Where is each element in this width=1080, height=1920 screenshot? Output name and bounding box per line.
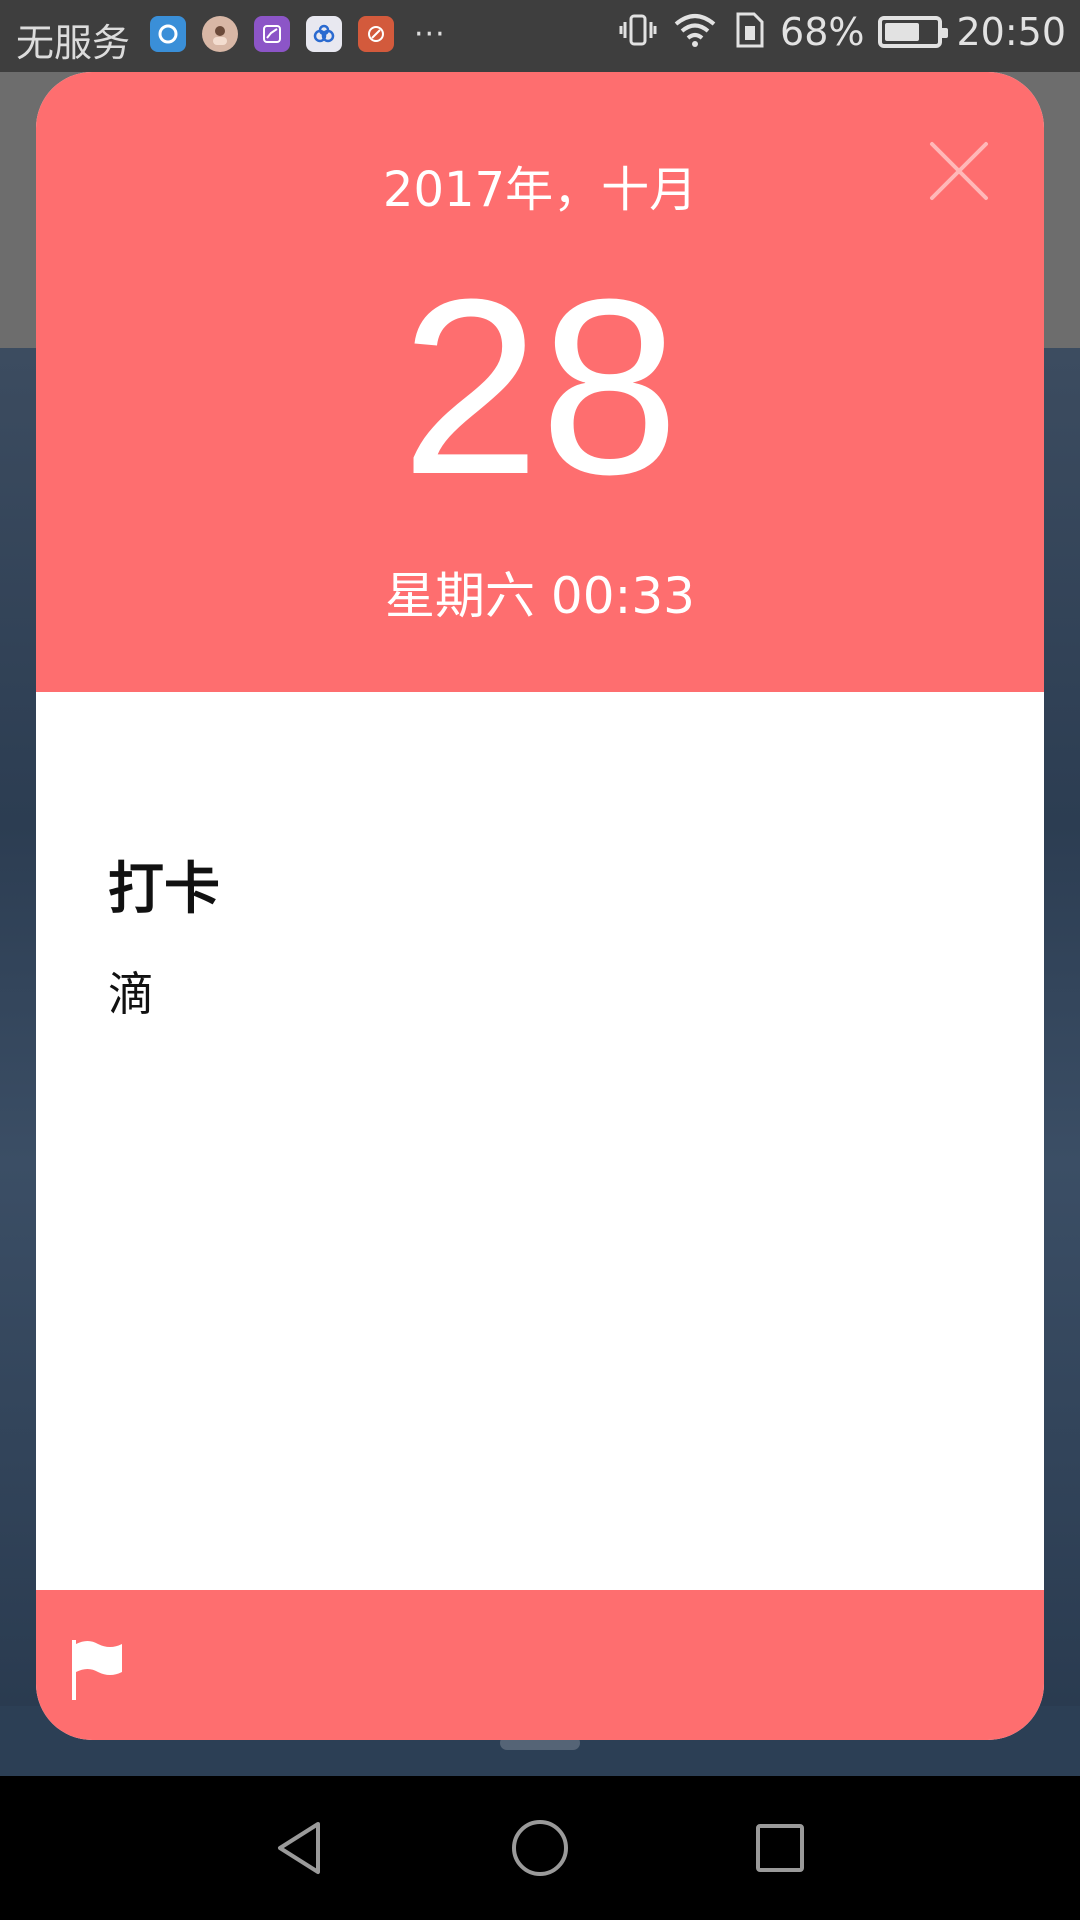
battery-level-fill (885, 23, 920, 41)
flag-icon (72, 1640, 122, 1700)
gallery-app-icon (254, 16, 290, 52)
battery-icon (878, 16, 949, 48)
avatar-app-icon (202, 16, 238, 52)
home-button[interactable] (510, 1818, 570, 1878)
back-button[interactable] (270, 1818, 330, 1878)
recent-apps-button[interactable] (750, 1818, 810, 1878)
close-icon (930, 142, 988, 200)
status-indicators: 68% 20:50 (618, 10, 1066, 54)
vibrate-icon (618, 10, 658, 54)
home-icon (512, 1820, 568, 1876)
navigation-bar (0, 1776, 1080, 1920)
event-note: 滴 (108, 967, 154, 1021)
wifi-icon (672, 10, 718, 54)
event-title: 打卡 (108, 857, 220, 922)
cloud-app-icon (306, 16, 342, 52)
recent-apps-icon (756, 1824, 804, 1872)
close-button[interactable] (924, 136, 994, 206)
calendar-event-dialog: 2017年，十月 28 星期六 00:33 打卡 滴 (36, 72, 1044, 1740)
browser-app-icon (150, 16, 186, 52)
dialog-footer (36, 1590, 1044, 1740)
notification-icons: ··· (150, 16, 446, 52)
battery-percent: 68% (780, 10, 865, 54)
tool-app-icon (358, 16, 394, 52)
battery-tip (942, 28, 949, 38)
flag-button[interactable] (70, 1638, 126, 1702)
status-bar: 无服务 ··· 68% 20:50 (0, 0, 1080, 72)
event-content: 打卡 滴 (36, 692, 1044, 1592)
sim-icon (732, 10, 766, 54)
date-header: 2017年，十月 28 星期六 00:33 (36, 72, 1044, 692)
year-month-label: 2017年，十月 (382, 162, 698, 218)
day-number: 28 (400, 247, 680, 526)
weekday-time-label: 星期六 00:33 (385, 567, 695, 625)
carrier-label: 无服务 (16, 21, 131, 65)
more-notifications-icon: ··· (414, 16, 446, 52)
back-icon (278, 1822, 320, 1874)
clock: 20:50 (956, 10, 1066, 54)
